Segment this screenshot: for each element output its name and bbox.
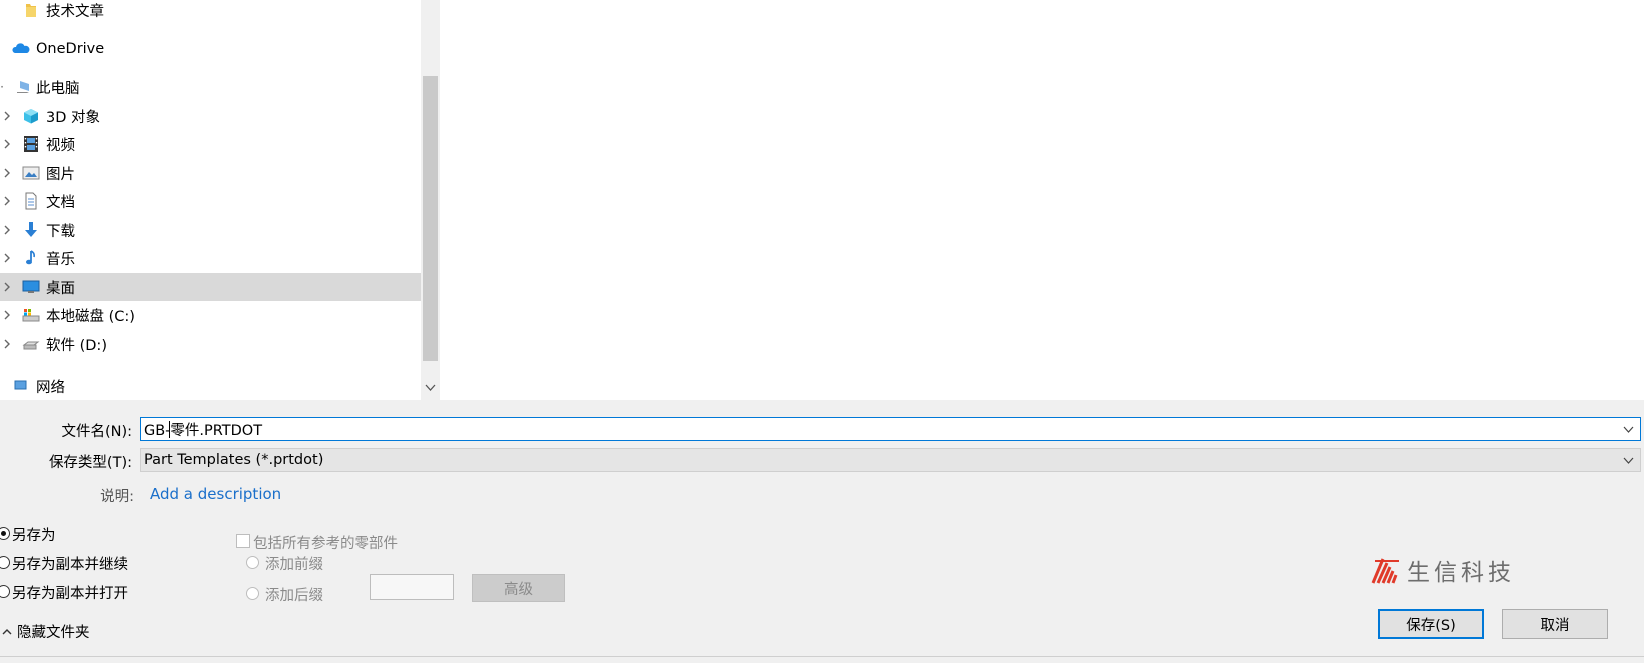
chevron-right-icon[interactable] xyxy=(2,310,12,320)
nav-item-label: 桌面 xyxy=(46,280,75,297)
desktop-icon xyxy=(22,280,40,293)
collapse-dot-icon[interactable]: · xyxy=(0,81,7,93)
bottom-divider xyxy=(0,656,1644,657)
save-copy-open-radio[interactable] xyxy=(0,585,10,598)
folder-icon xyxy=(26,4,36,17)
add-prefix-radio[interactable] xyxy=(246,556,259,569)
nav-item-label: 本地磁盘 (C:) xyxy=(46,308,135,325)
chevron-right-icon[interactable] xyxy=(2,168,12,178)
drive-icon xyxy=(22,341,40,350)
nav-item-label: 下载 xyxy=(46,223,75,240)
include-refs-checkbox[interactable] xyxy=(236,534,250,548)
chevron-down-icon[interactable] xyxy=(425,382,436,393)
chevron-down-icon[interactable] xyxy=(1623,455,1634,466)
nav-item-3d-objects[interactable]: 3D 对象 xyxy=(0,102,421,130)
pictures-icon xyxy=(22,166,40,180)
chevron-right-icon[interactable] xyxy=(2,111,12,121)
video-icon xyxy=(24,136,38,152)
nav-item-drive-d[interactable]: 软件 (D:) xyxy=(0,330,421,358)
nav-item-label: 图片 xyxy=(46,166,75,183)
network-icon xyxy=(14,380,27,390)
nav-item-pictures[interactable]: 图片 xyxy=(0,159,421,187)
save-copy-open-label: 另存为副本并打开 xyxy=(12,586,128,602)
save-as-label: 另存为 xyxy=(12,528,56,544)
brand-logo-text: 生信科技 xyxy=(1407,560,1515,586)
chevron-right-icon[interactable] xyxy=(2,225,12,235)
scroll-thumb[interactable] xyxy=(423,76,438,361)
nav-item-onedrive[interactable]: OneDrive xyxy=(0,35,421,63)
add-suffix-label: 添加后缀 xyxy=(265,588,323,604)
documents-icon xyxy=(25,192,37,210)
nav-item-label: 网络 xyxy=(36,379,65,396)
nav-item-label: OneDrive xyxy=(36,41,105,57)
filename-value: GB-零件.PRTDOT xyxy=(144,422,263,439)
nav-item-label: 文档 xyxy=(46,194,75,211)
navigation-pane[interactable]: 技术文章 OneDrive · 此电脑 3D 对象 视频 图片 文档 下载 音乐… xyxy=(0,0,421,400)
nav-item-label: 视频 xyxy=(46,137,75,154)
cancel-button[interactable]: 取消 xyxy=(1502,609,1608,639)
save-as-radio[interactable] xyxy=(0,527,10,540)
add-suffix-radio[interactable] xyxy=(246,587,259,600)
brand-mark-icon xyxy=(1371,558,1399,584)
description-label: 说明: xyxy=(100,489,134,505)
nav-item-label: 音乐 xyxy=(46,251,75,268)
nav-item-network[interactable]: 网络 xyxy=(0,372,421,400)
filename-label: 文件名(N): xyxy=(61,424,132,440)
download-icon xyxy=(25,222,37,237)
nav-item-music[interactable]: 音乐 xyxy=(0,244,421,272)
prefix-suffix-input[interactable] xyxy=(370,574,454,600)
music-icon xyxy=(26,250,35,265)
brand-logo: 生信科技 xyxy=(1371,553,1515,587)
chevron-right-icon[interactable] xyxy=(2,196,12,206)
add-description-link[interactable]: Add a description xyxy=(150,485,281,503)
hide-folders-label: 隐藏文件夹 xyxy=(17,625,90,641)
hide-folders-toggle[interactable]: 隐藏文件夹 xyxy=(2,621,90,642)
chevron-up-icon xyxy=(2,628,12,634)
onedrive-cloud-icon xyxy=(12,43,30,53)
chevron-right-icon[interactable] xyxy=(2,339,12,349)
filetype-label: 保存类型(T): xyxy=(48,455,132,471)
file-list-pane[interactable] xyxy=(440,0,1644,400)
nav-item-label: 技术文章 xyxy=(46,3,104,20)
chevron-right-icon[interactable] xyxy=(2,253,12,263)
nav-item-documents[interactable]: 文档 xyxy=(0,187,421,215)
nav-item-drive-c[interactable]: 本地磁盘 (C:) xyxy=(0,301,421,329)
filename-input[interactable]: GB-零件.PRTDOT xyxy=(140,417,1641,441)
nav-item-videos[interactable]: 视频 xyxy=(0,130,421,158)
nav-scrollbar[interactable] xyxy=(421,0,440,400)
nav-item-label: 3D 对象 xyxy=(46,109,100,126)
system-drive-icon xyxy=(22,309,40,322)
save-copy-continue-label: 另存为副本并继续 xyxy=(12,557,128,573)
nav-item-label: 此电脑 xyxy=(36,80,80,97)
nav-item-downloads[interactable]: 下载 xyxy=(0,216,421,244)
save-button[interactable]: 保存(S) xyxy=(1378,609,1484,639)
nav-item-label: 软件 (D:) xyxy=(46,337,107,354)
nav-item-desktop[interactable]: 桌面 xyxy=(0,273,421,301)
save-copy-continue-radio[interactable] xyxy=(0,556,10,569)
filetype-select[interactable]: Part Templates (*.prtdot) xyxy=(140,448,1641,472)
this-pc-icon xyxy=(17,81,29,93)
chevron-down-icon[interactable] xyxy=(1623,424,1634,435)
filetype-value: Part Templates (*.prtdot) xyxy=(144,452,324,468)
chevron-right-icon[interactable] xyxy=(2,139,12,149)
advanced-button[interactable]: 高级 xyxy=(472,574,565,602)
nav-item-this-pc[interactable]: · 此电脑 xyxy=(0,73,421,101)
add-prefix-label: 添加前缀 xyxy=(265,557,323,573)
chevron-right-icon[interactable] xyxy=(2,282,12,292)
nav-item-tech-articles[interactable]: 技术文章 xyxy=(0,0,421,24)
text-caret xyxy=(169,421,170,438)
3d-objects-icon xyxy=(24,109,38,124)
include-refs-label: 包括所有参考的零部件 xyxy=(253,536,398,552)
